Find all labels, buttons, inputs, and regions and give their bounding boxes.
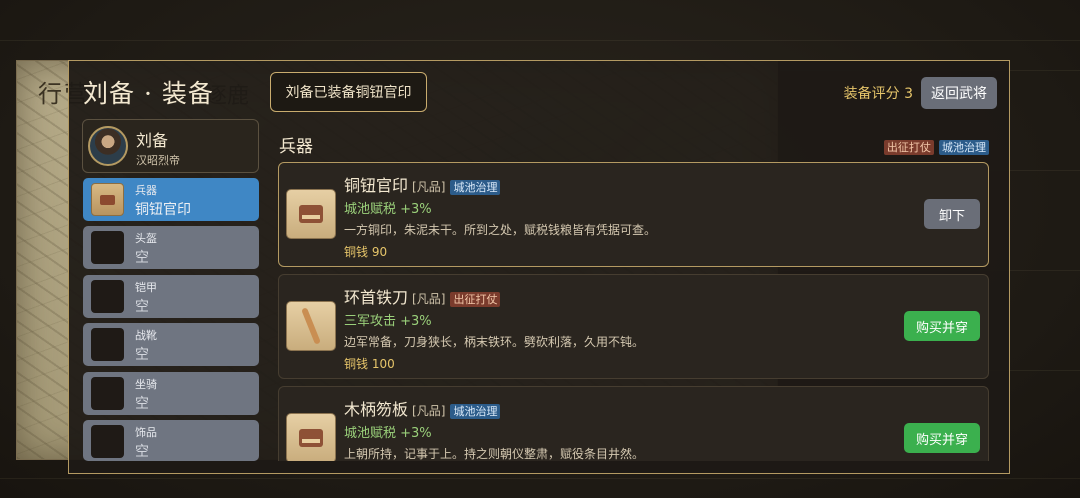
legend-tag-battle: 出征打仗	[883, 140, 934, 155]
item-card: 铜钮官印 [凡品] 城池治理 城池赋税 +3% 一方铜印，朱泥未干。所到之处，赋税…	[278, 162, 989, 267]
equipment-modal: 刘备 · 装备 刘备已装备铜钮官印 装备评分 3 返回武将 刘备 汉昭烈帝 兵器…	[68, 60, 1010, 474]
buy-and-equip-button[interactable]: 购买并穿	[904, 423, 980, 453]
section-title: 兵器	[279, 137, 313, 157]
item-effect: 城池赋税 +3%	[344, 426, 432, 441]
buy-and-equip-button[interactable]: 购买并穿	[904, 311, 980, 341]
seal-icon	[286, 189, 336, 239]
item-desc: 边军常备，刀身狭长，柄末铁环。劈砍利落，久用不钝。	[344, 335, 645, 349]
unequip-button[interactable]: 卸下	[924, 199, 980, 229]
page-title: 刘备 · 装备	[83, 79, 214, 108]
legend-tag-city: 城池治理	[939, 140, 989, 155]
item-effect: 三军攻击 +3%	[344, 314, 432, 329]
item-effect: 城池赋税 +3%	[344, 202, 432, 217]
hero-name: 刘备	[136, 131, 169, 150]
item-list[interactable]: 铜钮官印 [凡品] 城池治理 城池赋税 +3% 一方铜印，朱泥未干。所到之处，赋税…	[69, 161, 1009, 461]
saber-icon	[286, 301, 336, 351]
equip-toast: 刘备已装备铜钮官印	[270, 72, 427, 112]
item-desc: 上朝所持，记事于上。持之则朝仪整肃，赋役条目井然。	[344, 447, 645, 461]
item-name: 木柄笏板 [凡品] 城池治理	[344, 396, 501, 420]
item-card: 环首铁刀 [凡品] 出征打仗 三军攻击 +3% 边军常备，刀身狭长，柄末铁环。劈砍…	[278, 274, 989, 379]
equipment-score: 装备评分 3	[843, 86, 913, 102]
item-price: 铜钱 90	[344, 245, 388, 259]
avatar	[88, 126, 128, 166]
back-to-generals-button[interactable]: 返回武将	[921, 77, 997, 109]
item-card: 木柄笏板 [凡品] 城池治理 城池赋税 +3% 上朝所持，记事于上。持之则朝仪整肃…	[278, 386, 989, 461]
item-tag: 出征打仗	[450, 292, 501, 307]
item-desc: 一方铜印，朱泥未干。所到之处，赋税钱粮皆有凭据可查。	[344, 223, 657, 237]
tablet-icon	[286, 413, 336, 461]
tag-legend: 出征打仗 城池治理	[883, 136, 989, 155]
item-price: 铜钱 100	[344, 357, 395, 371]
item-name: 环首铁刀 [凡品] 出征打仗	[344, 284, 501, 308]
item-tag: 城池治理	[450, 180, 501, 195]
item-tag: 城池治理	[450, 404, 501, 419]
item-name: 铜钮官印 [凡品] 城池治理	[344, 172, 501, 196]
